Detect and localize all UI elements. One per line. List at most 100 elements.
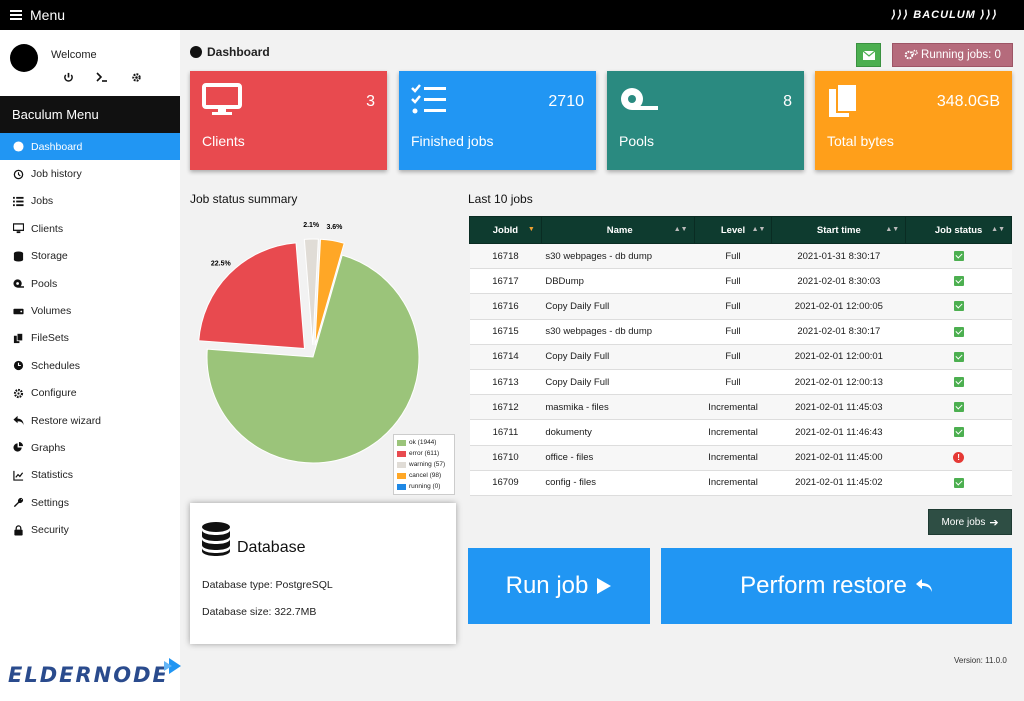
cell-level: Incremental xyxy=(694,445,772,471)
table-row[interactable]: 16718 s30 webpages - db dump Full 2021-01-3… xyxy=(469,243,1012,270)
cell-name: s30 webpages - db dump xyxy=(541,243,695,270)
sidebar-item-graphs[interactable]: Graphs xyxy=(0,434,180,461)
sidebar-item-pools[interactable]: Pools xyxy=(0,270,180,297)
table-row[interactable]: 16716 Copy Daily Full Full 2021-02-01 12:00… xyxy=(469,293,1012,320)
pie-slice-error xyxy=(198,242,306,350)
cell-status xyxy=(905,293,1012,320)
legend-swatch xyxy=(397,483,406,490)
chart-line-icon xyxy=(12,469,24,481)
finished-jobs-label: Finished jobs xyxy=(411,133,494,149)
desktop-icon xyxy=(12,223,24,235)
sidebar-item-clients[interactable]: Clients xyxy=(0,215,180,242)
check-square-icon xyxy=(953,326,964,337)
running-jobs-button[interactable]: Running jobs: 0 xyxy=(892,43,1013,67)
envelope-icon xyxy=(862,50,875,60)
cell-id: 16715 xyxy=(469,319,542,345)
table-row[interactable]: 16709 config - files Incremental 2021-02-01… xyxy=(469,470,1012,496)
desktop-icon xyxy=(202,83,242,122)
sidebar-item-statistics[interactable]: Statistics xyxy=(0,462,180,489)
sidebar-item-jobs[interactable]: Jobs xyxy=(0,188,180,215)
menu-toggle-button[interactable]: Menu xyxy=(10,7,65,23)
run-job-button[interactable]: Run job xyxy=(468,548,650,624)
cell-status xyxy=(905,243,1012,270)
table-row[interactable]: 16717 DBDump Full 2021-02-01 8:30:03 xyxy=(469,268,1012,295)
legend-item-cancel: cancel (98) xyxy=(397,470,451,481)
messages-button[interactable] xyxy=(856,43,881,67)
clients-card[interactable]: 3 Clients xyxy=(190,71,387,170)
clients-label: Clients xyxy=(202,133,245,149)
sidebar-item-volumes[interactable]: Volumes xyxy=(0,297,180,324)
cell-name: Copy Daily Full xyxy=(541,369,695,396)
cell-name: Copy Daily Full xyxy=(541,344,695,370)
legend-swatch xyxy=(397,439,406,446)
column-header-level[interactable]: Level ▲▼ xyxy=(693,216,773,244)
sidebar-item-label: Security xyxy=(31,524,69,537)
wrench-icon xyxy=(12,497,24,509)
cell-name: masmika - files xyxy=(541,394,695,421)
sidebar-item-configure[interactable]: Configure xyxy=(0,380,180,407)
column-header-name[interactable]: Name ▲▼ xyxy=(540,216,695,244)
sort-icon: ▲▼ xyxy=(885,226,900,233)
table-row[interactable]: 16715 s30 webpages - db dump Full 2021-02-0… xyxy=(469,319,1012,345)
table-row[interactable]: 16710 office - files Incremental 2021-02-01… xyxy=(469,445,1012,471)
cell-name: dokumenty xyxy=(541,419,695,446)
pools-card[interactable]: 8 Pools xyxy=(607,71,804,170)
legend-swatch xyxy=(397,450,406,457)
table-row[interactable]: 16713 Copy Daily Full Full 2021-02-01 12:00… xyxy=(469,369,1012,396)
welcome-text: Welcome xyxy=(51,49,97,61)
legend-item-ok: ok (1944) xyxy=(397,437,451,448)
sidebar-item-settings[interactable]: Settings xyxy=(0,489,180,516)
table-row[interactable]: 16712 masmika - files Incremental 2021-02-0… xyxy=(469,394,1012,421)
perform-restore-button[interactable]: Perform restore xyxy=(661,548,1012,624)
column-header-jobid[interactable]: JobId ▼ xyxy=(469,216,542,244)
sidebar-item-filesets[interactable]: FileSets xyxy=(0,325,180,352)
table-body: 16718 s30 webpages - db dump Full 2021-01-3… xyxy=(469,243,1012,496)
copy-icon xyxy=(827,83,861,124)
hamburger-icon xyxy=(10,10,22,20)
check-square-icon xyxy=(953,276,964,287)
play-icon xyxy=(597,578,612,594)
pie-label-cancel: 3.6% xyxy=(326,224,343,231)
sidebar-item-label: Settings xyxy=(31,496,69,509)
column-header-start-time[interactable]: Start time ▲▼ xyxy=(771,216,907,244)
history-icon xyxy=(12,168,24,180)
welcome-box: Welcome xyxy=(0,30,180,96)
check-square-icon xyxy=(953,377,964,388)
table-row[interactable]: 16714 Copy Daily Full Full 2021-02-01 12:00… xyxy=(469,344,1012,370)
top-bar: Menu ⟩⟩⟩ BACULUM ⟩⟩⟩ xyxy=(0,0,1024,30)
power-icon[interactable] xyxy=(60,70,76,84)
lock-icon xyxy=(12,524,24,536)
gear-icon[interactable] xyxy=(128,70,144,84)
sidebar-item-dashboard[interactable]: Dashboard xyxy=(0,133,180,161)
cell-start: 2021-02-01 8:30:17 xyxy=(771,319,906,345)
sidebar-item-security[interactable]: Security xyxy=(0,516,180,543)
sidebar-item-job-history[interactable]: Job history xyxy=(0,160,180,187)
cell-status xyxy=(905,268,1012,295)
sidebar-item-storage[interactable]: Storage xyxy=(0,243,180,270)
cell-status xyxy=(905,319,1012,345)
cell-status: ! xyxy=(905,445,1012,471)
legend-swatch xyxy=(397,461,406,468)
cell-level: Full xyxy=(694,319,772,345)
check-square-icon xyxy=(953,251,964,262)
sidebar-item-label: Configure xyxy=(31,387,77,400)
cell-level: Full xyxy=(694,243,772,270)
table-row[interactable]: 16711 dokumenty Incremental 2021-02-01 11:4… xyxy=(469,419,1012,446)
more-jobs-button[interactable]: More jobs ➔ xyxy=(928,509,1012,535)
terminal-icon[interactable] xyxy=(94,70,110,84)
total-bytes-card[interactable]: 348.0GB Total bytes xyxy=(815,71,1012,170)
cell-id: 16711 xyxy=(469,419,542,446)
logo-arrow-icon xyxy=(163,658,181,674)
sidebar-item-restore-wizard[interactable]: Restore wizard xyxy=(0,407,180,434)
cell-start: 2021-02-01 12:00:05 xyxy=(771,293,906,320)
clock-icon xyxy=(12,360,24,372)
cell-start: 2021-02-01 11:45:02 xyxy=(771,470,906,496)
column-header-job-status[interactable]: Job status ▲▼ xyxy=(905,216,1012,244)
finished-jobs-card[interactable]: 2710 Finished jobs xyxy=(399,71,596,170)
job-status-title: Job status summary xyxy=(190,192,298,206)
cell-status xyxy=(905,419,1012,446)
cell-id: 16712 xyxy=(469,394,542,421)
cell-start: 2021-01-31 8:30:17 xyxy=(771,243,906,270)
sidebar-item-schedules[interactable]: Schedules xyxy=(0,352,180,379)
list-icon xyxy=(12,195,24,207)
